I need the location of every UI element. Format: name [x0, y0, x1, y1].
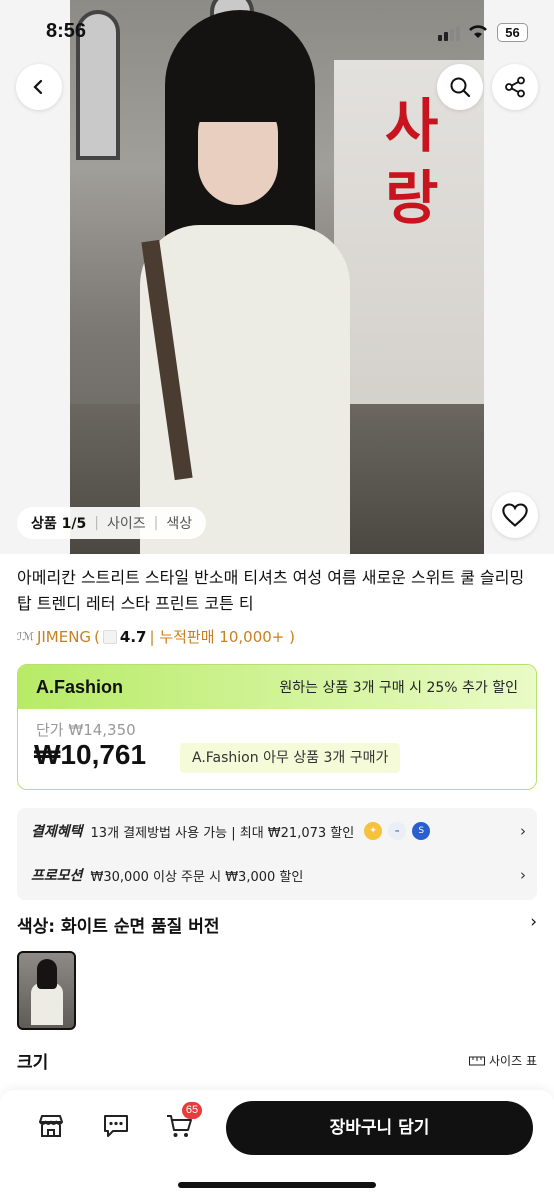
divider: | — [153, 515, 159, 531]
wifi-icon — [469, 25, 487, 38]
search-icon — [450, 77, 471, 98]
add-to-cart-button[interactable]: 장바구니 담기 — [226, 1101, 533, 1155]
home-indicator — [178, 1182, 376, 1188]
rating-icon — [102, 629, 117, 644]
seller-paren: ( — [94, 627, 100, 646]
seller-info[interactable]: ℐℳ JIMENG ( 4.7 | 누적판매 10,000+ ) — [17, 626, 295, 647]
cart-count-badge: 65 — [182, 1102, 202, 1119]
chevron-right-icon: › — [520, 822, 526, 840]
product-title: 아메리칸 스트리트 스타일 반소매 티셔츠 여성 여름 새로운 스위트 쿨 슬리… — [17, 568, 525, 613]
payment-method-icons: ✦ ━ S — [364, 822, 431, 840]
promo-deal-text: 원하는 상품 3개 구매 시 25% 추가 할인 — [279, 680, 518, 696]
status-bar: 8:56 56 — [0, 0, 554, 64]
color-option-label: 색상: 화이트 순면 품질 버전 — [17, 917, 220, 937]
size-chart-label: 사이즈 표 — [489, 1054, 537, 1068]
store-icon — [39, 1115, 63, 1137]
battery-icon: 56 — [497, 23, 528, 42]
unit-price: 단가 ₩14,350 — [36, 721, 136, 739]
seller-name[interactable]: JIMENG — [37, 628, 91, 646]
signal-icon — [438, 26, 460, 41]
chat-button[interactable] — [98, 1108, 134, 1144]
sale-price: ₩10,761 — [34, 739, 147, 770]
payment-benefit-label: 결제혜택 — [31, 824, 83, 840]
status-time: 8:56 — [46, 20, 87, 42]
promotion-text: ₩30,000 이상 주문 시 ₩3,000 할인 — [90, 869, 304, 885]
card-brand-icon: ✦ — [364, 822, 383, 840]
card-brand-icon: S — [412, 822, 431, 840]
share-button[interactable] — [492, 64, 538, 110]
promotion-label: 프로모션 — [31, 868, 83, 884]
size-option-row: 크기 사이즈 표 — [17, 1048, 537, 1073]
color-option-row[interactable]: 색상: 화이트 순면 품질 버전 › — [17, 912, 537, 937]
wall-sign-text: 사랑 — [385, 92, 439, 232]
swatch-shirt — [31, 983, 63, 1025]
chat-icon — [104, 1115, 128, 1137]
payment-benefit-text: 13개 결제방법 사용 가능 | 최대 ₩21,073 할인 — [90, 825, 355, 841]
color-swatch-selected[interactable] — [17, 951, 76, 1030]
heart-icon — [502, 503, 528, 527]
promotion-row[interactable]: 프로모션 ₩30,000 이상 주문 시 ₩3,000 할인 › — [31, 860, 526, 890]
card-brand-icon: ━ — [388, 822, 407, 840]
gallery-pager[interactable]: 상품 1/5 | 사이즈 | 색상 — [17, 507, 207, 539]
ruler-icon — [469, 1056, 486, 1065]
promo-brand: A.Fashion — [36, 676, 124, 697]
chevron-right-icon: › — [530, 912, 537, 932]
seller-logo: ℐℳ — [17, 630, 34, 643]
wishlist-button[interactable] — [492, 492, 538, 538]
payment-benefit-row[interactable]: 결제혜택 13개 결제방법 사용 가능 | 최대 ₩21,073 할인 ✦ ━ … — [31, 816, 526, 846]
benefits-panel: 결제혜택 13개 결제방법 사용 가능 | 최대 ₩21,073 할인 ✦ ━ … — [17, 808, 537, 900]
divider: | — [94, 515, 99, 531]
store-button[interactable] — [33, 1108, 69, 1144]
bundle-price-tag: A.Fashion 아무 상품 3개 구매가 — [180, 743, 401, 773]
gallery-tab-color[interactable]: 색상 — [166, 513, 192, 533]
seller-sales: | 누적판매 10,000+ ) — [149, 628, 295, 646]
search-button[interactable] — [437, 64, 483, 110]
back-button[interactable] — [16, 64, 62, 110]
bundle-deal-header: A.Fashion 원하는 상품 3개 구매 시 25% 추가 할인 — [18, 665, 536, 709]
bundle-deal-card[interactable]: A.Fashion 원하는 상품 3개 구매 시 25% 추가 할인 단가 ₩1… — [17, 664, 537, 790]
product-photo[interactable]: 사랑 — [70, 0, 484, 554]
gallery-tab-size[interactable]: 사이즈 — [107, 513, 146, 533]
size-chart-link[interactable]: 사이즈 표 — [469, 1052, 537, 1069]
gallery-current-page[interactable]: 상품 1/5 — [31, 513, 86, 533]
size-option-label: 크기 — [17, 1053, 49, 1073]
swatch-hair — [37, 959, 57, 989]
seller-rating: 4.7 — [119, 627, 147, 646]
chevron-right-icon: › — [520, 866, 526, 884]
chevron-left-icon — [33, 79, 43, 95]
share-icon — [505, 76, 525, 98]
